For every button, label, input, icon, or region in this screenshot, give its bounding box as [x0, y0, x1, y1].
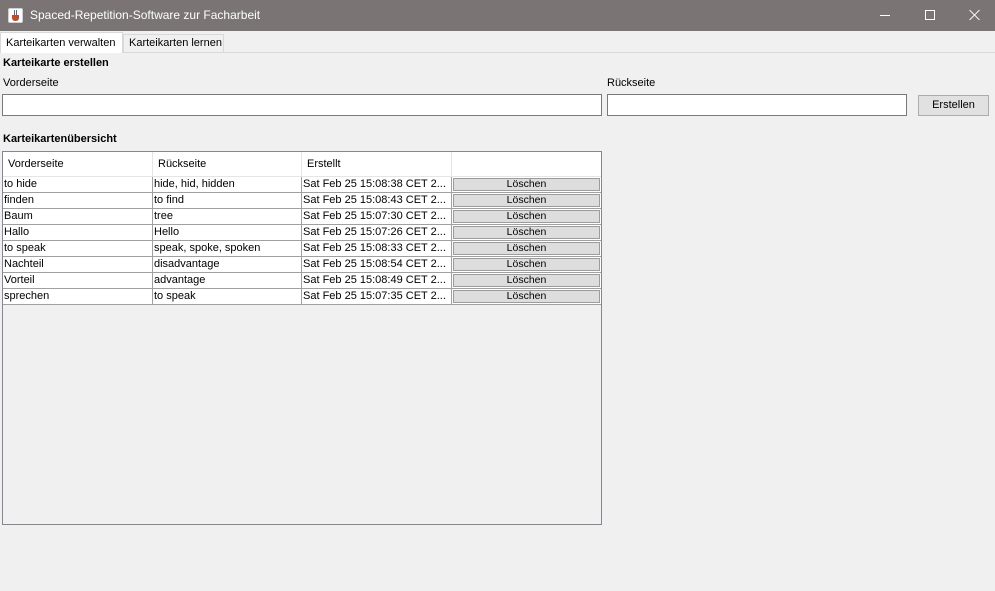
cell-back: hide, hid, hidden: [153, 177, 302, 192]
column-header-erstellt[interactable]: Erstellt: [302, 152, 452, 176]
title-bar: Spaced-Repetition-Software zur Facharbei…: [0, 0, 995, 31]
cell-back: to speak: [153, 289, 302, 304]
table-row[interactable]: Vorteil advantage Sat Feb 25 15:08:49 CE…: [3, 273, 601, 289]
cell-back: to find: [153, 193, 302, 208]
cell-front: finden: [3, 193, 153, 208]
table-row[interactable]: finden to find Sat Feb 25 15:08:43 CET 2…: [3, 193, 601, 209]
cell-created: Sat Feb 25 15:08:49 CET 2...: [302, 273, 452, 288]
table-row[interactable]: sprechen to speak Sat Feb 25 15:07:35 CE…: [3, 289, 601, 305]
front-label: Vorderseite: [3, 77, 59, 89]
cell-created: Sat Feb 25 15:08:33 CET 2...: [302, 241, 452, 256]
cell-created: Sat Feb 25 15:07:30 CET 2...: [302, 209, 452, 224]
delete-button[interactable]: Löschen: [453, 210, 600, 223]
column-header-vorderseite[interactable]: Vorderseite: [3, 152, 153, 176]
create-heading: Karteikarte erstellen: [3, 57, 109, 69]
cell-back: speak, spoke, spoken: [153, 241, 302, 256]
table-row[interactable]: Hallo Hello Sat Feb 25 15:07:26 CET 2...…: [3, 225, 601, 241]
tab-karteikarten-lernen[interactable]: Karteikarten lernen: [123, 34, 224, 53]
back-label: Rückseite: [607, 77, 656, 89]
cell-front: sprechen: [3, 289, 153, 304]
cell-back: tree: [153, 209, 302, 224]
table-row[interactable]: Nachteil disadvantage Sat Feb 25 15:08:5…: [3, 257, 601, 273]
cell-back: disadvantage: [153, 257, 302, 272]
cell-created: Sat Feb 25 15:07:35 CET 2...: [302, 289, 452, 304]
tab-karteikarten-verwalten[interactable]: Karteikarten verwalten: [0, 32, 123, 53]
cell-created: Sat Feb 25 15:08:54 CET 2...: [302, 257, 452, 272]
cell-created: Sat Feb 25 15:08:43 CET 2...: [302, 193, 452, 208]
window-title: Spaced-Repetition-Software zur Facharbei…: [30, 8, 261, 22]
tab-bar: Karteikarten verwalten Karteikarten lern…: [0, 31, 995, 53]
cell-front: to speak: [3, 241, 153, 256]
delete-button[interactable]: Löschen: [453, 178, 600, 191]
cell-back: advantage: [153, 273, 302, 288]
table-header: Vorderseite Rückseite Erstellt: [3, 152, 601, 177]
tab-divider: [0, 52, 995, 53]
table-row[interactable]: to hide hide, hid, hidden Sat Feb 25 15:…: [3, 177, 601, 193]
minimize-icon: [880, 15, 890, 16]
delete-button[interactable]: Löschen: [453, 274, 600, 287]
cell-created: Sat Feb 25 15:07:26 CET 2...: [302, 225, 452, 240]
maximize-icon: [925, 10, 935, 20]
flashcard-table[interactable]: Vorderseite Rückseite Erstellt to hide h…: [2, 151, 602, 525]
back-input[interactable]: [607, 94, 907, 116]
delete-button[interactable]: Löschen: [453, 242, 600, 255]
column-header-rueckseite[interactable]: Rückseite: [153, 152, 302, 176]
close-button[interactable]: [952, 0, 995, 31]
column-header-action[interactable]: [452, 152, 601, 176]
delete-button[interactable]: Löschen: [453, 258, 600, 271]
java-app-icon: [8, 8, 23, 23]
delete-button[interactable]: Löschen: [453, 226, 600, 239]
front-input[interactable]: [2, 94, 602, 116]
maximize-button[interactable]: [907, 0, 953, 31]
minimize-button[interactable]: [862, 0, 908, 31]
cell-front: Vorteil: [3, 273, 153, 288]
create-button[interactable]: Erstellen: [918, 95, 989, 116]
delete-button[interactable]: Löschen: [453, 194, 600, 207]
cell-front: Baum: [3, 209, 153, 224]
cell-back: Hello: [153, 225, 302, 240]
table-row[interactable]: Baum tree Sat Feb 25 15:07:30 CET 2... L…: [3, 209, 601, 225]
cell-front: Nachteil: [3, 257, 153, 272]
cell-front: to hide: [3, 177, 153, 192]
overview-heading: Karteikartenübersicht: [3, 133, 117, 145]
cell-front: Hallo: [3, 225, 153, 240]
cell-created: Sat Feb 25 15:08:38 CET 2...: [302, 177, 452, 192]
table-row[interactable]: to speak speak, spoke, spoken Sat Feb 25…: [3, 241, 601, 257]
delete-button[interactable]: Löschen: [453, 290, 600, 303]
